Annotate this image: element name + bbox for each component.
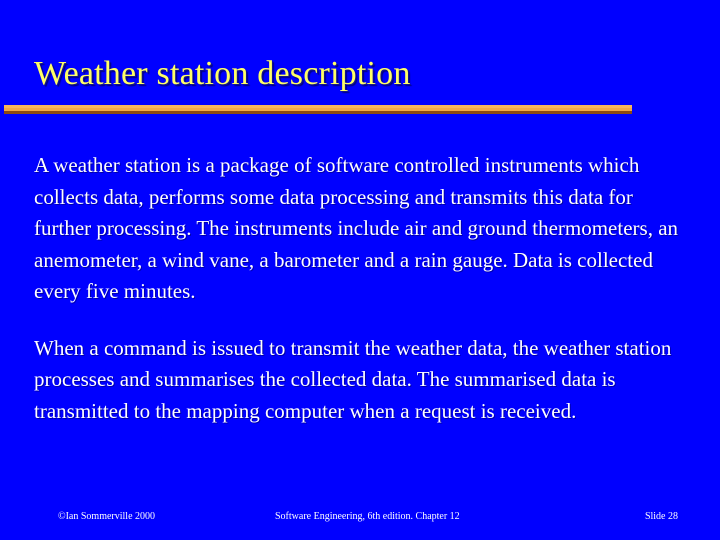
page-title: Weather station description <box>34 55 411 92</box>
footer-slide-number: Slide 28 <box>644 511 678 522</box>
divider-highlight <box>4 105 632 108</box>
body-paragraph-2: When a command is issued to transmit the… <box>34 335 672 423</box>
slide-body: A weather station is a package of softwa… <box>34 150 694 427</box>
slide-footer: ©Ian Sommerville 2000 Software Engineeri… <box>0 510 720 530</box>
body-paragraph-1: A weather station is a package of softwa… <box>34 153 679 303</box>
title-block: Weather station description <box>0 52 720 108</box>
title-divider-rule <box>4 105 632 114</box>
presentation-slide: Weather station description A weather st… <box>0 0 720 540</box>
